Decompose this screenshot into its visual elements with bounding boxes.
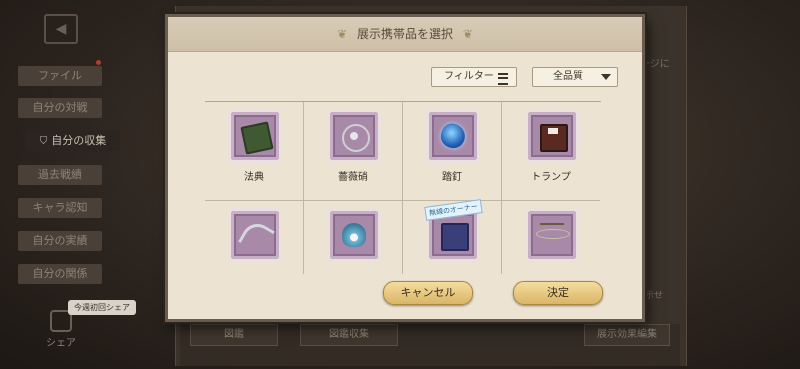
filter-label: フィルター	[444, 71, 494, 82]
notification-dot	[96, 60, 101, 65]
select-item-dialog: ❦ 展示携帯品を選択 ❦ フィルター 全品質 法典 薔薇硝 踏釘 トランプ 無線…	[165, 14, 645, 322]
weekly-share-badge: 今週初回シェア	[68, 300, 136, 315]
item-name: 法典	[244, 172, 264, 183]
leaf-ornament-icon: ❦	[337, 27, 348, 41]
cancel-button[interactable]: キャンセル	[383, 281, 473, 305]
item-stamp	[525, 208, 579, 262]
share-label: シェア	[46, 338, 76, 349]
sidebar-item-file[interactable]: ファイル	[18, 66, 102, 86]
edit-display-button[interactable]: 展示効果編集	[584, 324, 670, 346]
item-cell[interactable]: 無線のオーナー	[403, 199, 502, 274]
quality-selected: 全品質	[553, 71, 583, 82]
sidebar-item-my-matches[interactable]: 自分の対戦	[18, 98, 102, 118]
dialog-title: 展示携帯品を選択	[356, 27, 453, 41]
quality-dropdown[interactable]: 全品質	[532, 67, 618, 87]
silver-ornament-icon	[238, 218, 275, 255]
item-stamp	[228, 208, 282, 262]
list-icon	[498, 73, 508, 85]
seashell-icon	[342, 223, 366, 247]
dialog-header: ❦ 展示携帯品を選択 ❦	[168, 17, 642, 52]
item-cell[interactable]	[304, 201, 403, 274]
item-cell[interactable]: 法典	[205, 102, 304, 201]
item-name: トランプ	[531, 172, 571, 183]
item-cell[interactable]: トランプ	[502, 102, 600, 201]
sidebar-item-label: 自分の収集	[51, 134, 107, 147]
playing-cards-icon	[540, 124, 568, 152]
confirm-button[interactable]: 決定	[513, 281, 603, 305]
book-icon	[240, 121, 274, 155]
item-stamp	[426, 109, 480, 163]
back-icon[interactable]: ◀	[44, 14, 78, 44]
encyclopedia-button[interactable]: 図鑑	[190, 324, 278, 346]
sidebar-item-my-collection[interactable]: ⛉ 自分の収集	[26, 131, 120, 151]
dragonfly-icon	[536, 223, 570, 249]
rose-chain-icon	[342, 124, 370, 152]
blue-gem-icon	[437, 120, 469, 152]
sidebar-item-character-recognition[interactable]: キャラ認知	[18, 198, 102, 218]
sidebar-item-relations[interactable]: 自分の関係	[18, 264, 102, 284]
item-cell[interactable]	[502, 201, 600, 274]
item-stamp	[327, 109, 381, 163]
item-stamp	[525, 109, 579, 163]
item-grid: 法典 薔薇硝 踏釘 トランプ 無線のオーナー	[205, 101, 601, 274]
shield-icon: ⛉	[39, 136, 48, 147]
leaf-ornament-icon: ❦	[462, 27, 473, 41]
item-cell[interactable]: 踏釘	[403, 102, 502, 201]
filter-button[interactable]: フィルター	[431, 67, 517, 87]
item-stamp	[327, 208, 381, 262]
chevron-down-icon	[601, 74, 611, 80]
item-name: 踏釘	[442, 172, 462, 183]
sidebar-item-past-records[interactable]: 過去戦績	[18, 165, 102, 185]
item-cell[interactable]: 薔薇硝	[304, 102, 403, 201]
collection-button[interactable]: 図鑑収集	[300, 324, 398, 346]
item-stamp	[228, 109, 282, 163]
item-name: 薔薇硝	[338, 172, 368, 183]
sidebar-item-achievements[interactable]: 自分の実績	[18, 231, 102, 251]
item-cell[interactable]	[205, 201, 304, 274]
tome-icon	[441, 223, 469, 251]
